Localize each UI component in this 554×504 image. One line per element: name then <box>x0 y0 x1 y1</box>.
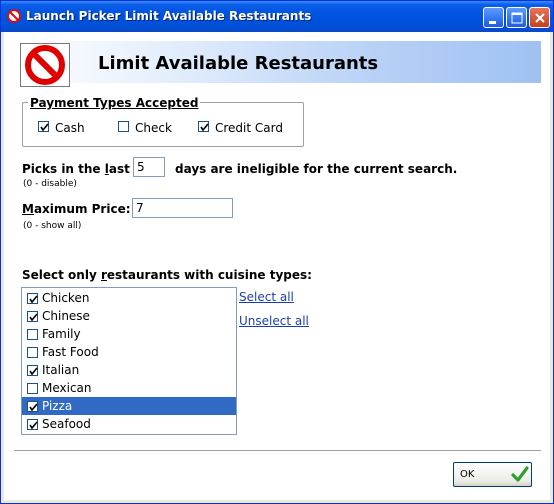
cuisine-checkbox[interactable] <box>27 311 38 322</box>
picks-days-input[interactable] <box>133 157 165 177</box>
window-title: Launch Picker Limit Available Restaurant… <box>26 9 312 23</box>
cuisine-checkbox[interactable] <box>27 347 38 358</box>
ok-button[interactable]: OK <box>453 462 532 487</box>
page-title: Limit Available Restaurants <box>98 53 379 74</box>
cuisine-item-label: Italian <box>42 363 80 377</box>
payment-types-legend: Payment Types Accepted <box>28 96 201 110</box>
unselect-all-link[interactable]: Unselect all <box>239 314 309 328</box>
checkmark-icon <box>29 313 38 322</box>
green-checkmark-icon <box>511 466 529 482</box>
cuisine-checkbox[interactable] <box>27 365 38 376</box>
checkmark-icon <box>29 295 38 304</box>
cash-checkbox[interactable] <box>38 121 49 132</box>
close-icon <box>535 13 545 23</box>
price-hint: (0 - show all) <box>23 221 82 231</box>
cuisine-item-label: Seafood <box>42 417 91 431</box>
cuisine-checkbox[interactable] <box>27 383 38 394</box>
cuisine-item-label: Pizza <box>42 399 73 413</box>
credit-card-label: Credit Card <box>215 121 283 135</box>
cuisine-list-item[interactable]: Chinese <box>22 307 236 325</box>
close-button[interactable] <box>529 7 550 28</box>
checkmark-icon <box>29 367 38 376</box>
checkmark-icon <box>29 403 38 412</box>
cuisine-label: Select only restaurants with cuisine typ… <box>22 268 312 282</box>
title-bar[interactable]: Launch Picker Limit Available Restaurant… <box>1 1 553 32</box>
picks-description: days are ineligible for the current sear… <box>175 162 458 176</box>
checkmark-icon <box>200 123 209 132</box>
cuisine-checkbox[interactable] <box>27 401 38 412</box>
minimize-button[interactable] <box>483 7 504 28</box>
cuisine-list-item[interactable]: Pizza <box>22 397 236 415</box>
checkmark-icon <box>40 123 49 132</box>
picks-label: Picks in the last <box>22 162 130 176</box>
footer-divider <box>14 450 541 452</box>
cuisine-list-item[interactable]: Chicken <box>22 289 236 307</box>
cuisine-item-label: Mexican <box>42 381 92 395</box>
minimize-icon <box>489 21 496 24</box>
checkmark-icon <box>29 421 38 430</box>
cuisine-item-label: Fast Food <box>42 345 99 359</box>
cuisine-list-item[interactable]: Italian <box>22 361 236 379</box>
cuisine-checkbox[interactable] <box>27 329 38 340</box>
cuisine-checkbox[interactable] <box>27 419 38 430</box>
cuisine-list-item[interactable]: Mexican <box>22 379 236 397</box>
credit-card-checkbox[interactable] <box>198 121 209 132</box>
maximum-price-input[interactable] <box>132 198 233 218</box>
no-entry-icon <box>25 45 65 85</box>
cuisine-checkbox[interactable] <box>27 293 38 304</box>
maximize-icon <box>511 12 523 24</box>
no-entry-icon <box>7 9 21 23</box>
maximum-price-label: Maximum Price: <box>22 202 131 216</box>
cuisine-list-item[interactable]: Family <box>22 325 236 343</box>
maximize-button[interactable] <box>506 7 527 28</box>
check-label: Check <box>135 121 172 135</box>
cuisine-item-label: Family <box>42 327 81 341</box>
cuisine-item-label: Chicken <box>42 291 90 305</box>
select-all-link[interactable]: Select all <box>239 290 294 304</box>
cash-label: Cash <box>55 121 85 135</box>
ok-label: OK <box>460 469 475 480</box>
cuisine-item-label: Chinese <box>42 309 90 323</box>
cuisine-list-item[interactable]: Seafood <box>22 415 236 433</box>
check-checkbox[interactable] <box>118 121 129 132</box>
picks-hint: (0 - disable) <box>23 179 77 189</box>
cuisine-list-item[interactable]: Fast Food <box>22 343 236 361</box>
cuisine-list[interactable]: Chicken Chinese Family Fast Food Italian Mexi… <box>21 287 237 435</box>
banner-icon-frame <box>20 43 70 87</box>
